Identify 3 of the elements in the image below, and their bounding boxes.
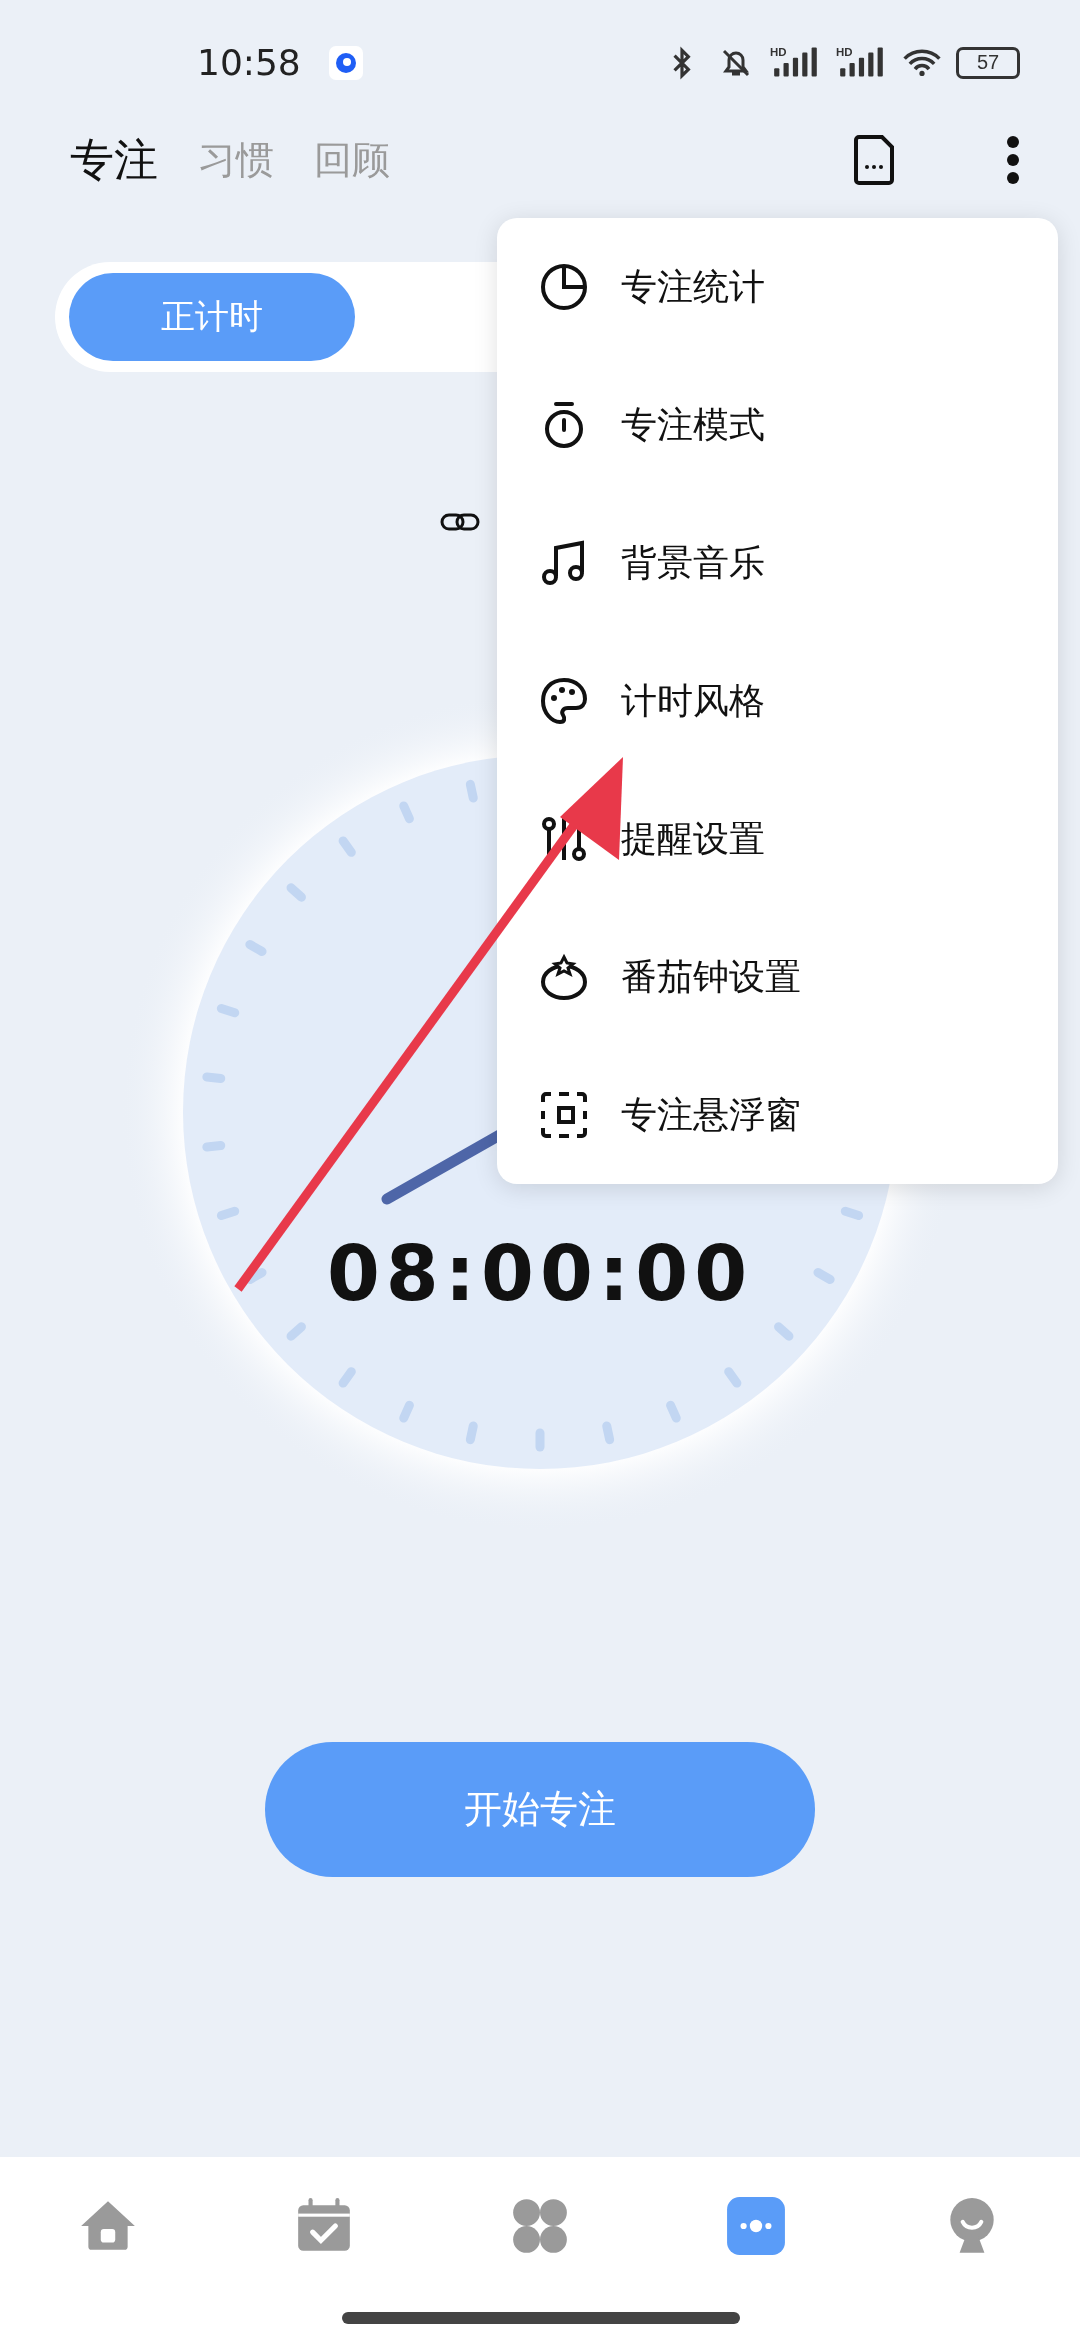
timer-reading: 08:00:00 — [325, 1229, 755, 1318]
battery-indicator: 57 — [956, 46, 1020, 79]
status-time: 10:58 — [197, 42, 301, 83]
